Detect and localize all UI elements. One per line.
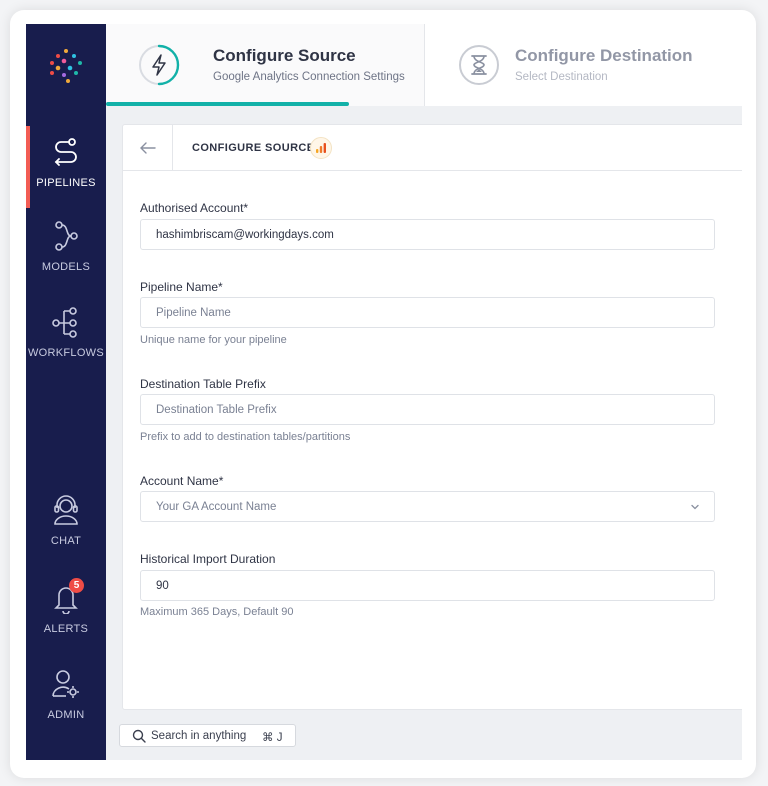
admin-user-gear-icon [52,670,79,698]
step-progress-bar [106,102,349,106]
models-icon [55,221,78,251]
google-analytics-badge [310,137,332,159]
sidebar-item-label: MODELS [41,261,91,273]
authorised-account-field[interactable] [140,219,715,250]
workflows-icon [52,307,77,338]
step-title: Configure Destination [515,46,693,65]
sidebar-item-admin[interactable]: ADMIN [26,664,106,721]
hevo-logo [50,49,82,83]
account-name-placeholder: Your GA Account Name [156,501,277,513]
step-subtitle: Select Destination [515,71,608,83]
hourglass-icon [459,45,499,85]
app-root: PIPELINES MODELS WORKFLOWS CHAT 5 ALERTS… [26,24,742,760]
sidebar: PIPELINES MODELS WORKFLOWS CHAT 5 ALERTS… [26,24,106,760]
sidebar-item-label: ADMIN [47,709,85,721]
sidebar-item-label: ALERTS [43,623,89,635]
search-shortcut: ⌘ J [262,732,283,744]
alerts-count-badge: 5 [69,578,84,593]
sidebar-item-chat[interactable]: CHAT [26,490,106,547]
configure-source-card: CONFIGURE SOURCE Authorised Account* Pip… [122,124,742,710]
pipeline-name-hint: Unique name for your pipeline [140,334,287,346]
lightning-bolt-icon [139,44,180,86]
chevron-down-icon [691,504,699,510]
step-icon-container [138,44,180,86]
pipeline-name-label: Pipeline Name* [140,280,223,294]
account-name-label: Account Name* [140,474,224,488]
step-configure-destination[interactable]: Configure Destination Select Destination [424,24,742,106]
chat-support-icon [54,495,78,525]
wizard-steps: Configure Source Google Analytics Connec… [106,24,742,106]
pipelines-icon [54,138,77,166]
step-icon-container [458,44,500,86]
authorised-account-label: Authorised Account* [140,201,249,215]
historical-duration-label: Historical Import Duration [140,552,276,566]
step-title: Configure Source [213,46,356,65]
destination-prefix-input[interactable] [140,394,715,425]
historical-duration-input[interactable] [140,570,715,601]
card-title: CONFIGURE SOURCE [192,142,315,154]
back-button[interactable] [123,125,173,171]
account-name-select[interactable]: Your GA Account Name [140,491,715,522]
arrow-left-icon [139,142,156,154]
sidebar-item-label: CHAT [50,535,82,547]
step-configure-source[interactable]: Configure Source Google Analytics Connec… [106,24,424,106]
sidebar-item-models[interactable]: MODELS [26,216,106,273]
search-placeholder: Search in anything [151,730,247,742]
sidebar-item-alerts[interactable]: 5 ALERTS [26,578,106,635]
historical-duration-hint: Maximum 365 Days, Default 90 [140,606,294,618]
sidebar-item-workflows[interactable]: WORKFLOWS [26,302,106,359]
sidebar-item-pipelines[interactable]: PIPELINES [26,126,106,208]
step-subtitle: Google Analytics Connection Settings [213,71,405,83]
sidebar-item-label: WORKFLOWS [27,347,105,359]
search-icon [132,729,146,743]
sidebar-item-label: PIPELINES [36,177,96,189]
destination-prefix-label: Destination Table Prefix [140,377,266,391]
google-analytics-icon [316,143,326,153]
global-search-button[interactable]: Search in anything ⌘ J [119,724,296,747]
destination-prefix-hint: Prefix to add to destination tables/part… [140,431,351,443]
pipeline-name-input[interactable] [140,297,715,328]
card-header: CONFIGURE SOURCE [123,125,742,171]
